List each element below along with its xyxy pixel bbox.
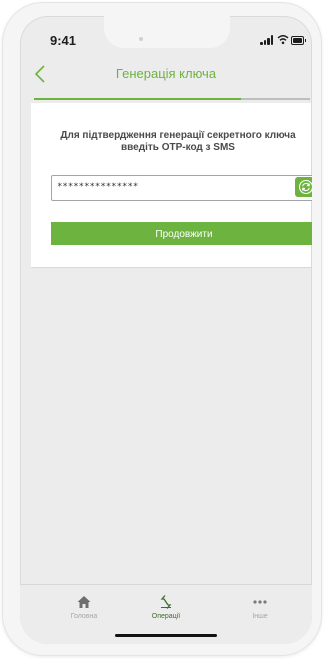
page-title: Генерація ключа: [115, 66, 217, 81]
tab-operations[interactable]: Операції: [126, 594, 206, 628]
status-time: 9:41: [50, 33, 77, 48]
step-progress-fill: [34, 98, 241, 100]
battery-icon: [291, 36, 306, 45]
more-icon: [253, 600, 267, 604]
otp-instruction-text: Для підтвердження генерації секретного к…: [60, 130, 296, 153]
screen: 9:41 Генерація ключа Для підтвердження г…: [20, 16, 312, 644]
camera-dot: [139, 37, 143, 41]
notch: [104, 16, 230, 48]
refresh-icon: [298, 179, 312, 195]
tab-home-label: Головна: [70, 613, 98, 620]
otp-input[interactable]: [57, 180, 277, 194]
status-icons: [260, 35, 306, 45]
wifi-icon: [277, 35, 289, 45]
navigation-bar: Генерація ключа: [20, 58, 312, 90]
tab-operations-label: Операції: [151, 613, 181, 620]
step-progress-bar: [34, 98, 310, 100]
otp-field[interactable]: [51, 175, 312, 201]
signal-icon: [260, 35, 274, 45]
card-divider: [31, 267, 311, 268]
transfer-icon: [160, 595, 172, 609]
tab-more-label: Інше: [252, 613, 268, 620]
home-indicator: [115, 634, 217, 637]
tab-home[interactable]: Головна: [44, 594, 124, 628]
continue-button[interactable]: Продовжити: [51, 222, 312, 245]
otp-card: Для підтвердження генерації секретного к…: [31, 103, 312, 268]
tab-more[interactable]: Інше: [220, 594, 300, 628]
refresh-otp-button[interactable]: [295, 177, 312, 197]
phone-frame: 9:41 Генерація ключа Для підтвердження г…: [3, 3, 321, 655]
home-icon: [77, 596, 91, 608]
